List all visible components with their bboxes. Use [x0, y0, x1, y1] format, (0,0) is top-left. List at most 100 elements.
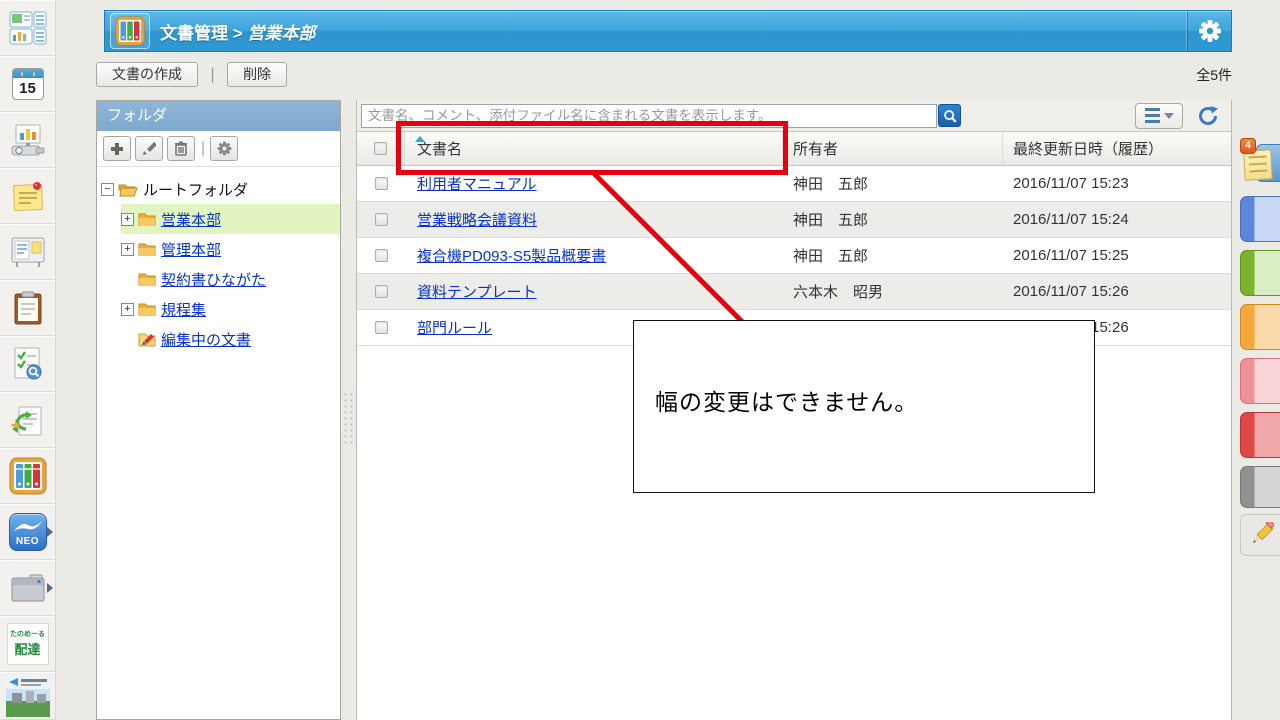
column-label-owner: 所有者 — [793, 141, 839, 158]
action-bar: 文書の作成 | 削除 全5件 — [96, 62, 1232, 92]
portal-app-icon[interactable] — [0, 0, 55, 56]
magnifier-icon — [943, 109, 957, 123]
folder-link-rules[interactable]: 規程集 — [161, 299, 206, 320]
settings-button[interactable] — [1187, 11, 1231, 51]
folder-link-contracts[interactable]: 契約書ひながた — [161, 269, 266, 290]
owner-cell: 神田 五郎 — [793, 212, 869, 229]
button-separator: | — [210, 66, 215, 83]
document-row: 複合機PD093-S5製品概要書 神田 五郎 2016/11/07 15:25 — [357, 238, 1231, 274]
chevron-down-icon — [1163, 112, 1174, 119]
add-folder-button[interactable] — [103, 136, 131, 161]
todo-app-icon[interactable] — [0, 280, 55, 336]
folder-link-editing[interactable]: 編集中の文書 — [161, 329, 251, 350]
schedule-app-icon[interactable]: 15 — [0, 56, 55, 112]
folder-link-sales[interactable]: 営業本部 — [161, 209, 221, 230]
projector-icon — [11, 124, 44, 155]
tree-item-rules: 規程集 — [121, 294, 340, 324]
tree-item-editing: 編集中の文書 — [121, 324, 340, 354]
row-checkbox[interactable] — [374, 285, 388, 298]
workflow-app-icon[interactable] — [0, 392, 55, 448]
shortcut-icon-red[interactable] — [1240, 412, 1280, 458]
folder-settings-button[interactable] — [210, 136, 239, 161]
expand-toggle[interactable] — [121, 242, 134, 256]
document-link[interactable]: 営業戦略会議資料 — [417, 212, 537, 229]
row-checkbox[interactable] — [374, 213, 388, 226]
view-options-button[interactable] — [1135, 102, 1183, 129]
column-header-updated[interactable]: 最終更新日時（履歴） — [1003, 132, 1231, 165]
board-icon — [11, 237, 44, 267]
tree-item-admin: 管理本部 — [121, 234, 340, 264]
neo-portal-app-icon[interactable]: NEO — [0, 504, 55, 560]
folder-panel: フォルダ | ルートフォルダ — [96, 100, 341, 720]
shortcut-icon-green[interactable] — [1240, 250, 1280, 296]
app-rail-right: 4 — [1240, 0, 1280, 720]
circulation-icon — [10, 406, 41, 435]
column-header-name[interactable]: 文書名 — [405, 132, 783, 165]
delete-folder-button[interactable] — [167, 136, 195, 161]
shortcut-icon-pink[interactable] — [1240, 358, 1280, 404]
binders-icon — [9, 457, 46, 494]
pencil-icon — [143, 141, 156, 155]
select-all-checkbox[interactable] — [374, 142, 387, 155]
search-input[interactable] — [361, 103, 937, 128]
document-link[interactable]: 部門ルール — [417, 320, 492, 337]
shortcut-icon-gray[interactable] — [1240, 466, 1280, 508]
updated-cell: 2016/11/07 15:25 — [1013, 247, 1129, 264]
edit-shortcut-icon[interactable] — [1240, 514, 1280, 556]
shortcut-icon-blue[interactable] — [1240, 196, 1280, 242]
note-icon — [1243, 149, 1273, 181]
bulletin-app-icon[interactable] — [0, 224, 55, 280]
notification-badge: 4 — [1240, 138, 1256, 154]
app-rail-left: 15 NEO たのめーる 配達 — [0, 0, 56, 720]
shortcut-icon-orange[interactable] — [1240, 304, 1280, 350]
row-checkbox[interactable] — [374, 249, 388, 262]
column-label-updated: 最終更新日時（履歴） — [1013, 141, 1164, 158]
folder-link-admin[interactable]: 管理本部 — [161, 239, 221, 260]
tanomeru-text: たのめーる — [10, 631, 45, 638]
total-count: 全5件 — [1196, 67, 1232, 83]
calendar-day: 15 — [19, 79, 36, 97]
header-checkbox-cell — [357, 132, 405, 165]
column-header-owner[interactable]: 所有者 — [783, 132, 1003, 165]
tanomeru-link-icon[interactable]: たのめーる 配達 — [0, 616, 55, 672]
memo-shortcut-icon[interactable]: 4 — [1240, 138, 1280, 188]
neo-icon: NEO — [8, 512, 47, 551]
row-checkbox[interactable] — [374, 177, 388, 190]
panel-resize-handle[interactable] — [344, 393, 355, 449]
expand-toggle[interactable] — [121, 212, 134, 226]
owner-cell: 神田 五郎 — [793, 248, 869, 265]
create-document-button[interactable]: 文書の作成 — [96, 62, 198, 87]
table-header: 文書名 所有者 最終更新日時（履歴） — [357, 131, 1231, 166]
folder-panel-title: フォルダ — [97, 101, 340, 131]
delete-button[interactable]: 削除 — [227, 62, 288, 87]
folder-tree: ルートフォルダ 営業本部 管理本部 契約書ひながた — [97, 167, 340, 354]
search-button[interactable] — [938, 104, 961, 127]
cabinet-app-icon[interactable] — [0, 560, 55, 616]
collapse-toggle[interactable] — [101, 182, 114, 196]
expand-toggle[interactable] — [121, 302, 134, 316]
gear-icon — [1198, 20, 1221, 42]
document-management-app-icon[interactable] — [0, 448, 55, 504]
ad-banner[interactable] — [0, 672, 55, 720]
open-folder-icon — [118, 184, 138, 196]
refresh-button[interactable] — [1197, 105, 1219, 127]
document-link[interactable]: 複合機PD093-S5製品概要書 — [417, 248, 606, 265]
editing-folder-icon — [138, 333, 156, 346]
row-checkbox[interactable] — [374, 321, 388, 334]
toolbar-separator: | — [201, 139, 206, 157]
annotation-callout: 幅の変更はできません。 — [633, 320, 1095, 493]
document-row: 営業戦略会議資料 神田 五郎 2016/11/07 15:24 — [357, 202, 1231, 238]
cabinet-icon — [11, 574, 44, 601]
folder-toolbar: | — [97, 131, 340, 167]
updated-cell: 2016/11/07 15:24 — [1013, 211, 1129, 228]
current-app-icon-box[interactable] — [110, 13, 150, 49]
facility-app-icon[interactable] — [0, 112, 55, 168]
document-link[interactable]: 利用者マニュアル — [417, 176, 537, 193]
memo-app-icon[interactable] — [0, 168, 55, 224]
document-link[interactable]: 資料テンプレート — [417, 284, 537, 301]
root-folder-label[interactable]: ルートフォルダ — [143, 179, 248, 200]
survey-app-icon[interactable] — [0, 336, 55, 392]
owner-cell: 六本木 昭男 — [793, 284, 884, 301]
edit-folder-button[interactable] — [135, 136, 163, 161]
survey-icon — [14, 347, 41, 379]
